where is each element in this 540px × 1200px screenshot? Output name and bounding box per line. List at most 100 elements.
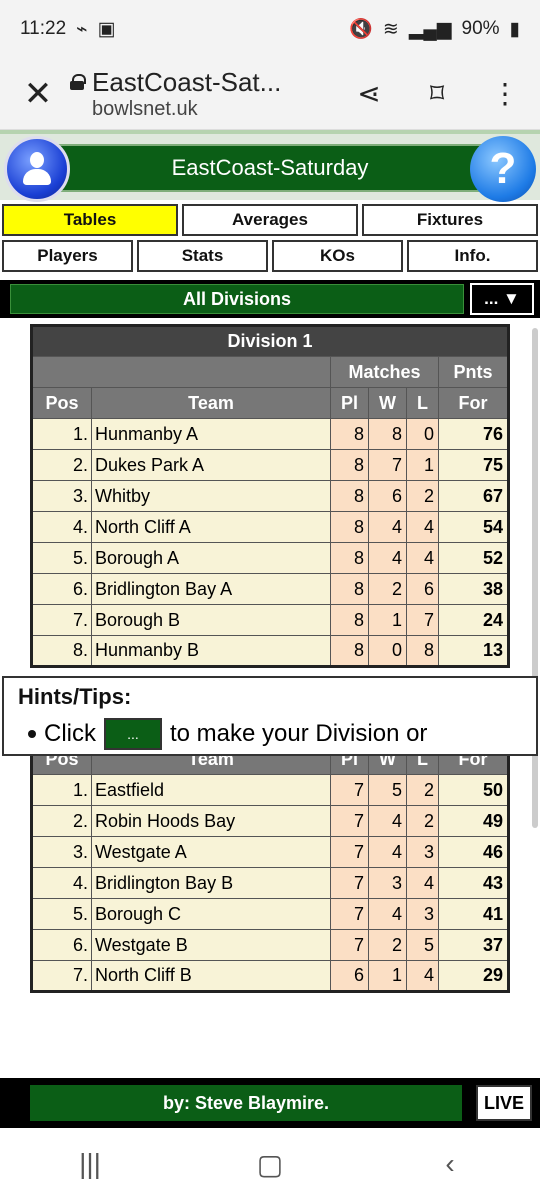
help-button[interactable]: ? [470, 136, 536, 202]
division-selector-row: All Divisions ... ▼ [0, 280, 540, 318]
table-row[interactable]: 6. Bridlington Bay A 8 2 6 38 [31, 573, 509, 605]
app-title: EastCoast-Saturday [171, 155, 369, 180]
tab-averages[interactable]: Averages [182, 204, 358, 236]
table-row[interactable]: 4. Bridlington Bay B 7 3 4 43 [31, 867, 509, 899]
row-lost: 3 [406, 898, 439, 930]
league-tables: Division 1 Matches Pnts Pos Team Pl W L F… [0, 324, 540, 993]
row-team[interactable]: Robin Hoods Bay [91, 805, 331, 837]
tab-fixtures[interactable]: Fixtures [362, 204, 538, 236]
table-row[interactable]: 1. Eastfield 7 5 2 50 [31, 774, 509, 806]
user-avatar-button[interactable] [4, 136, 70, 202]
battery-icon: ▮ [509, 18, 520, 40]
hint-chip-button[interactable]: ... [104, 718, 162, 750]
row-team[interactable]: Hunmanby A [91, 418, 331, 450]
url-bar[interactable]: EastCoast-Sat... bowlsnet.uk [70, 67, 340, 121]
row-team[interactable]: Dukes Park A [91, 449, 331, 481]
footer-credit[interactable]: by: Steve Blaymire. [30, 1085, 462, 1121]
row-team[interactable]: Westgate A [91, 836, 331, 868]
system-nav-bar: ||| ▢ ‹ [0, 1128, 540, 1200]
row-team[interactable]: North Cliff A [91, 511, 331, 543]
battery-text: 90% [461, 18, 500, 39]
row-team[interactable]: Bridlington Bay B [91, 867, 331, 899]
table-row[interactable]: 5. Borough C 7 4 3 41 [31, 898, 509, 930]
row-played: 8 [330, 573, 369, 605]
status-time: 11:22 [20, 18, 67, 39]
division-table: Division 1 Matches Pnts Pos Team Pl W L F… [30, 324, 510, 668]
tab-kos[interactable]: KOs [272, 240, 403, 272]
live-button[interactable]: LIVE [476, 1085, 532, 1121]
row-won: 3 [368, 867, 407, 899]
bullet-icon [28, 730, 36, 738]
tab-info[interactable]: Info. [407, 240, 538, 272]
tab-tables[interactable]: Tables [2, 204, 178, 236]
back-icon[interactable]: ‹ [425, 1148, 475, 1180]
app-title-bar: EastCoast-Saturday [40, 144, 500, 192]
table-row[interactable]: 3. Westgate A 7 4 3 46 [31, 836, 509, 868]
status-bar: 11:22 ⌁ ▣ 🔇 ≋ ▂▄▆ 90% ▮ [0, 0, 540, 58]
table-row[interactable]: 5. Borough A 8 4 4 52 [31, 542, 509, 574]
question-icon: ? [489, 144, 517, 193]
row-points: 75 [438, 449, 509, 481]
row-points: 67 [438, 480, 509, 512]
row-played: 7 [330, 805, 369, 837]
hints-title: Hints/Tips: [18, 684, 132, 709]
table-row[interactable]: 2. Robin Hoods Bay 7 4 2 49 [31, 805, 509, 837]
tab-players[interactable]: Players [2, 240, 133, 272]
row-won: 5 [368, 774, 407, 806]
table-row[interactable]: 3. Whitby 8 6 2 67 [31, 480, 509, 512]
row-team[interactable]: Hunmanby B [91, 635, 331, 667]
hints-panel: Hints/Tips: Click ... to make your Divis… [2, 676, 538, 756]
division-dropdown-button[interactable]: ... ▼ [470, 283, 534, 315]
row-points: 50 [438, 774, 509, 806]
table-row[interactable]: 7. Borough B 8 1 7 24 [31, 604, 509, 636]
row-points: 52 [438, 542, 509, 574]
division-select[interactable]: All Divisions [10, 284, 464, 314]
row-team[interactable]: Borough A [91, 542, 331, 574]
row-lost: 4 [406, 542, 439, 574]
row-team[interactable]: Eastfield [91, 774, 331, 806]
table-row[interactable]: 2. Dukes Park A 8 7 1 75 [31, 449, 509, 481]
more-icon[interactable]: ⋮ [488, 77, 522, 110]
hint-text-post: to make your Division or [170, 720, 428, 747]
row-pos: 7. [31, 960, 92, 992]
table-row[interactable]: 6. Westgate B 7 2 5 37 [31, 929, 509, 961]
row-played: 8 [330, 511, 369, 543]
header-l: L [406, 387, 439, 419]
row-lost: 2 [406, 805, 439, 837]
home-icon[interactable]: ▢ [245, 1148, 295, 1181]
division-title: Division 1 [31, 325, 509, 357]
row-points: 76 [438, 418, 509, 450]
row-lost: 4 [406, 960, 439, 992]
row-team[interactable]: Westgate B [91, 929, 331, 961]
row-played: 7 [330, 836, 369, 868]
row-won: 4 [368, 898, 407, 930]
table-row[interactable]: 7. North Cliff B 6 1 4 29 [31, 960, 509, 992]
row-won: 4 [368, 511, 407, 543]
row-team[interactable]: Borough B [91, 604, 331, 636]
row-lost: 4 [406, 867, 439, 899]
row-lost: 2 [406, 774, 439, 806]
tab-stats[interactable]: Stats [137, 240, 268, 272]
row-points: 24 [438, 604, 509, 636]
row-team[interactable]: Bridlington Bay A [91, 573, 331, 605]
table-row[interactable]: 8. Hunmanby B 8 0 8 13 [31, 635, 509, 667]
page-title: EastCoast-Sat... [92, 66, 282, 97]
row-pos: 3. [31, 836, 92, 868]
row-pos: 4. [31, 511, 92, 543]
share-icon[interactable]: ⋖ [352, 77, 386, 110]
row-pos: 5. [31, 898, 92, 930]
row-lost: 7 [406, 604, 439, 636]
row-played: 7 [330, 929, 369, 961]
row-team[interactable]: North Cliff B [91, 960, 331, 992]
recent-apps-icon[interactable]: ||| [65, 1148, 115, 1180]
bookmark-icon[interactable]: ⌑ [420, 77, 454, 110]
close-icon[interactable]: ✕ [18, 74, 58, 114]
row-lost: 5 [406, 929, 439, 961]
row-lost: 6 [406, 573, 439, 605]
row-won: 1 [368, 960, 407, 992]
row-team[interactable]: Borough C [91, 898, 331, 930]
table-row[interactable]: 4. North Cliff A 8 4 4 54 [31, 511, 509, 543]
row-won: 0 [368, 635, 407, 667]
table-row[interactable]: 1. Hunmanby A 8 8 0 76 [31, 418, 509, 450]
row-team[interactable]: Whitby [91, 480, 331, 512]
